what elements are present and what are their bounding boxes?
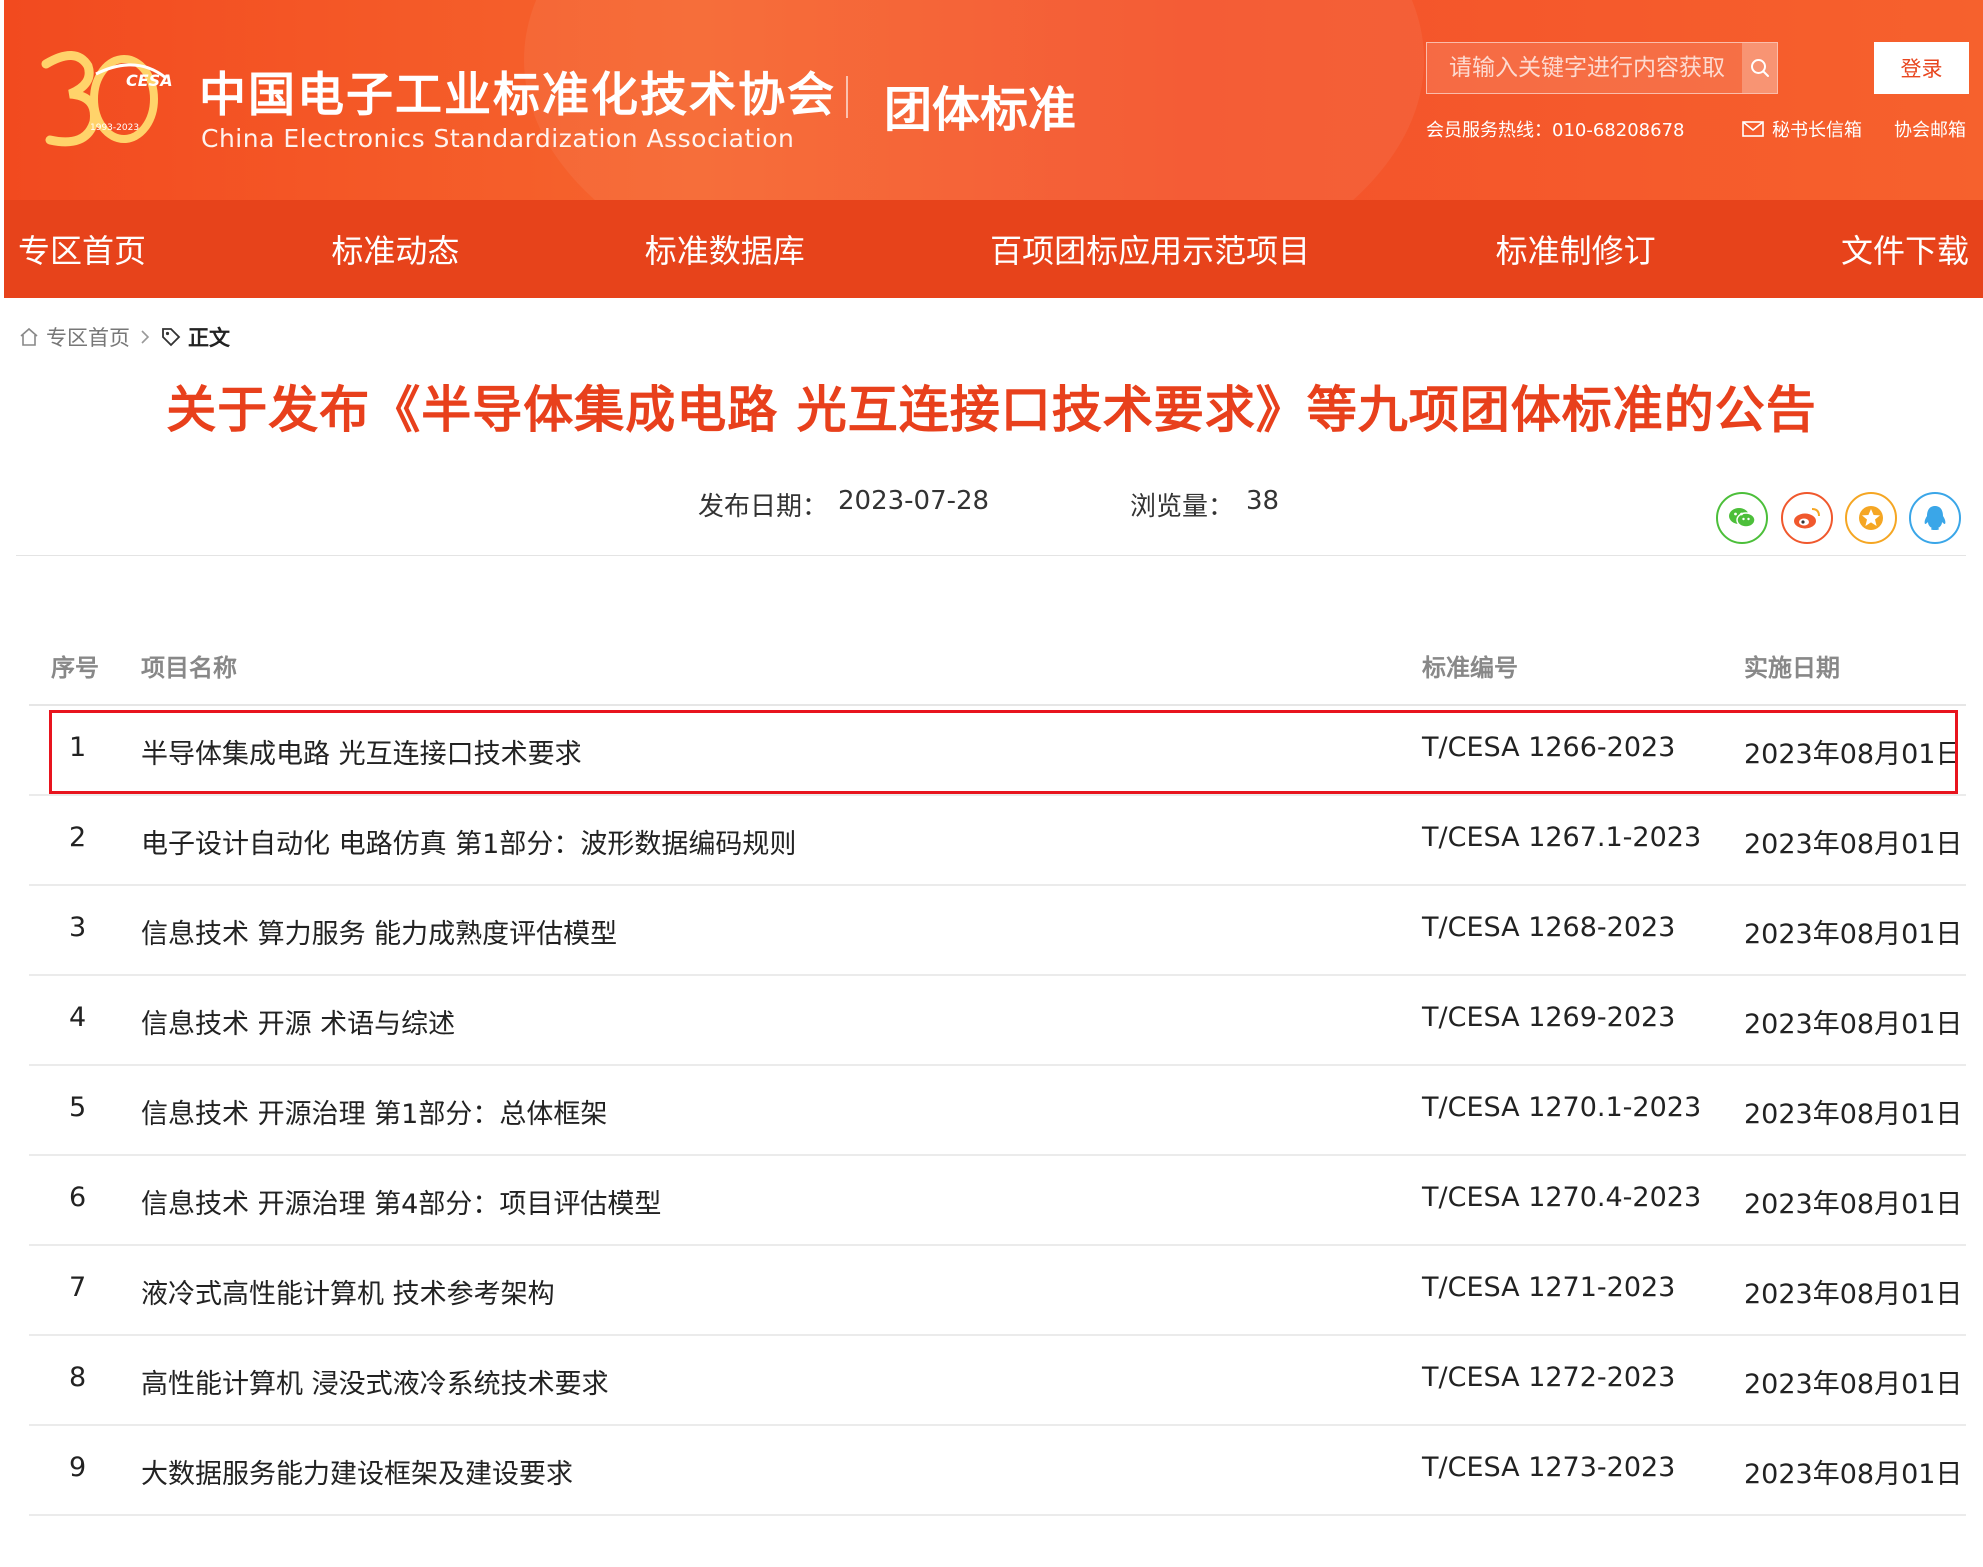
nav-item-database[interactable]: 标准数据库 [645,226,805,272]
row-date: 2023年08月01日 [1744,1009,1963,1040]
search-input[interactable] [1427,43,1742,93]
table-row[interactable]: 1 半导体集成电路 光互连接口技术要求 T/CESA 1266-2023 202… [29,706,1966,796]
search-icon [1750,59,1769,77]
row-code: T/CESA 1268-2023 [1422,912,1676,943]
section-title: 团体标准 [884,82,1077,138]
breadcrumb: 专区首页 正文 [18,322,230,352]
secretary-mail-link[interactable]: 秘书长信箱 [1742,116,1862,142]
member-hotline: 会员服务热线：010-68208678 [1426,120,1685,141]
publish-date-label: 发布日期： [698,492,829,522]
search-box [1426,42,1778,94]
table-row[interactable]: 8 高性能计算机 浸没式液冷系统技术要求 T/CESA 1272-2023 20… [29,1336,1966,1426]
row-code: T/CESA 1267.1-2023 [1422,822,1702,853]
login-button[interactable]: 登录 [1874,42,1969,94]
row-name: 电子设计自动化 电路仿真 第1部分：波形数据编码规则 [141,829,797,860]
site-title[interactable]: 中国电子工业标准化技术协会 [199,56,836,125]
table-row[interactable]: 4 信息技术 开源 术语与综述 T/CESA 1269-2023 2023年08… [29,976,1966,1066]
header-no: 序号 [51,654,99,682]
row-no: 8 [69,1362,87,1393]
row-no: 7 [69,1272,87,1303]
row-no: 2 [69,822,87,853]
weibo-icon [1794,508,1820,529]
logo-text: CESA [126,71,173,90]
table-row[interactable]: 7 液冷式高性能计算机 技术参考架构 T/CESA 1271-2023 2023… [29,1246,1966,1336]
mail-icon [1742,121,1764,137]
row-no: 4 [69,1002,87,1033]
row-code: T/CESA 1270.1-2023 [1422,1092,1702,1123]
title-divider [846,76,848,118]
logo-years: 1993-2023 [90,123,139,133]
header-name: 项目名称 [141,654,237,682]
row-no: 6 [69,1182,87,1213]
row-code: T/CESA 1272-2023 [1422,1362,1676,1393]
share-favorite-button[interactable] [1845,492,1897,544]
row-date: 2023年08月01日 [1744,1459,1963,1490]
home-icon [20,327,38,346]
cesa-30-logo[interactable]: CESA 1993-2023 [36,44,176,152]
row-name: 液冷式高性能计算机 技术参考架构 [141,1279,555,1310]
nav-item-news[interactable]: 标准动态 [331,226,459,272]
main-nav: 专区首页 标准动态 标准数据库 百项团标应用示范项目 标准制修订 文件下载 [4,200,1983,298]
row-date: 2023年08月01日 [1744,1189,1963,1220]
row-date: 2023年08月01日 [1744,829,1963,860]
row-date: 2023年08月01日 [1744,919,1963,950]
row-code: T/CESA 1271-2023 [1422,1272,1676,1303]
star-icon [1859,506,1883,530]
row-name: 高性能计算机 浸没式液冷系统技术要求 [141,1369,609,1400]
search-button[interactable] [1742,43,1777,93]
breadcrumb-current: 正文 [188,326,230,350]
table-header: 序号 项目名称 标准编号 实施日期 [29,630,1966,706]
row-name: 信息技术 开源治理 第1部分：总体框架 [141,1099,608,1130]
table-row[interactable]: 9 大数据服务能力建设框架及建设要求 T/CESA 1273-2023 2023… [29,1426,1966,1516]
standards-table: 序号 项目名称 标准编号 实施日期 1 半导体集成电路 光互连接口技术要求 T/… [29,630,1966,1516]
header-code: 标准编号 [1422,654,1518,682]
table-row[interactable]: 5 信息技术 开源治理 第1部分：总体框架 T/CESA 1270.1-2023… [29,1066,1966,1156]
nav-item-demo-projects[interactable]: 百项团标应用示范项目 [990,226,1310,272]
nav-item-downloads[interactable]: 文件下载 [1841,226,1969,272]
row-name: 半导体集成电路 光互连接口技术要求 [141,739,582,770]
site-header: CESA 1993-2023 中国电子工业标准化技术协会 China Elect… [4,0,1983,200]
row-date: 2023年08月01日 [1744,1369,1963,1400]
association-mail-link[interactable]: 协会邮箱 [1894,116,1966,142]
article-title: 关于发布《半导体集成电路 光互连接口技术要求》等九项团体标准的公告 [166,381,1817,439]
row-date: 2023年08月01日 [1744,1279,1963,1310]
tag-icon [162,328,181,347]
meta-divider [16,555,1966,556]
secretary-mail-label: 秘书长信箱 [1772,120,1862,141]
site-subtitle: China Electronics Standardization Associ… [201,124,795,153]
qq-icon [1924,506,1946,530]
nav-item-home[interactable]: 专区首页 [18,226,146,272]
share-qq-button[interactable] [1909,492,1961,544]
row-code: T/CESA 1270.4-2023 [1422,1182,1702,1213]
share-wechat-button[interactable] [1716,492,1768,544]
wechat-icon [1729,508,1756,528]
row-name: 信息技术 开源治理 第4部分：项目评估模型 [141,1189,662,1220]
row-no: 5 [69,1092,87,1123]
row-code: T/CESA 1266-2023 [1422,732,1676,763]
table-row[interactable]: 2 电子设计自动化 电路仿真 第1部分：波形数据编码规则 T/CESA 1267… [29,796,1966,886]
row-date: 2023年08月01日 [1744,1099,1963,1130]
chevron-right-icon [141,330,150,344]
row-name: 大数据服务能力建设框架及建设要求 [141,1459,573,1490]
row-name: 信息技术 算力服务 能力成熟度评估模型 [141,919,618,950]
breadcrumb-home[interactable]: 专区首页 [46,322,130,352]
row-date: 2023年08月01日 [1744,739,1963,770]
nav-item-revision[interactable]: 标准制修订 [1496,226,1656,272]
publish-date-value: 2023-07-28 [838,486,990,516]
header-date: 实施日期 [1744,654,1840,682]
row-name: 信息技术 开源 术语与综述 [141,1009,456,1040]
row-no: 1 [69,732,87,763]
views-count: 38 [1246,486,1280,516]
share-weibo-button[interactable] [1781,492,1833,544]
table-row[interactable]: 3 信息技术 算力服务 能力成熟度评估模型 T/CESA 1268-2023 2… [29,886,1966,976]
views-label: 浏览量： [1130,492,1235,522]
row-no: 3 [69,912,87,943]
table-row[interactable]: 6 信息技术 开源治理 第4部分：项目评估模型 T/CESA 1270.4-20… [29,1156,1966,1246]
row-code: T/CESA 1269-2023 [1422,1002,1676,1033]
row-no: 9 [69,1452,87,1483]
row-code: T/CESA 1273-2023 [1422,1452,1676,1483]
